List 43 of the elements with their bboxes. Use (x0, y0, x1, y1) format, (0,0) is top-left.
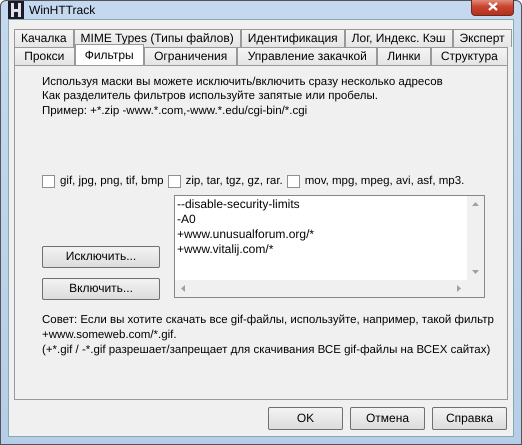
checkbox[interactable] (42, 174, 55, 188)
filter-entry[interactable]: +www.vitalij.com/* (175, 242, 467, 256)
tab[interactable]: Эксперт (452, 29, 512, 47)
checkbox[interactable] (286, 174, 300, 188)
tab[interactable]: Идентификация (240, 29, 345, 47)
tab[interactable]: Линки (377, 47, 431, 65)
right-arrow-icon (457, 284, 461, 292)
vertical-scrollbar[interactable] (467, 196, 484, 280)
filter-entry[interactable]: -A0 (175, 212, 467, 226)
close-icon (488, 2, 498, 10)
tab[interactable]: Структура (430, 47, 508, 65)
checkbox-label: zip, tar, tgz, gz, rar. (186, 174, 283, 188)
tab[interactable]: Ограничения (144, 47, 238, 65)
checkbox-label: gif, jpg, png, tif, bmp (60, 174, 164, 188)
close-button[interactable] (471, 0, 514, 16)
checkbox[interactable] (168, 174, 181, 188)
filter-entry[interactable]: --disable-security-limits (175, 196, 467, 212)
tip-text: (+*.gif / -*.gif разрешает/запрещает для скачивания ВСЕ gif-файлы на ВСЕХ сайтах) (42, 342, 492, 358)
filter-button[interactable]: Включить... (42, 278, 160, 300)
instruction-text: Используя маски вы можете исключить/включить сразу несколько адресов (42, 75, 444, 90)
tab[interactable]: Лог, Индекс. Кэш (344, 29, 453, 47)
tab[interactable]: Фильтры (74, 44, 144, 65)
instruction-text: Пример: +*.zip -www.*.com,-www.*.edu/cgi-bin/*.cgi (42, 104, 308, 118)
dialog-button[interactable]: Отмена (350, 406, 425, 430)
tip-text: +www.someweb.com/*.gif. (42, 328, 178, 342)
dialog-button[interactable]: OK (268, 406, 343, 430)
tip-text: Совет: Если вы хотите скачать все gif-файлы, используйте, например, такой фильтр (42, 312, 495, 328)
checkbox-label: mov, mpg, mpeg, avi, asf, mp3. (304, 174, 464, 188)
filter-entry[interactable]: +www.unusualforum.org/* (175, 226, 467, 242)
tab[interactable]: MIME Types (Типы файлов) (74, 29, 241, 47)
down-arrow-icon (472, 270, 479, 274)
tab[interactable]: Качалка (14, 29, 74, 47)
left-arrow-icon (181, 284, 185, 292)
filter-list[interactable]: --disable-security-limits -A0 +www.unusualforum.org/* +www.vitalij.com/* (174, 194, 485, 298)
app-icon (8, 1, 24, 19)
tab[interactable]: Прокси (14, 47, 74, 65)
up-arrow-icon (472, 202, 479, 206)
dialog-button[interactable]: Справка (432, 406, 507, 430)
horizontal-scrollbar[interactable] (175, 280, 467, 296)
window-title: WinHTTrack (29, 2, 96, 18)
filter-button[interactable]: Исключить... (42, 246, 160, 268)
tab[interactable]: Управление закачкой (237, 47, 378, 65)
instruction-text: Как разделитель фильтров используйте запятые или пробелы. (42, 89, 379, 104)
